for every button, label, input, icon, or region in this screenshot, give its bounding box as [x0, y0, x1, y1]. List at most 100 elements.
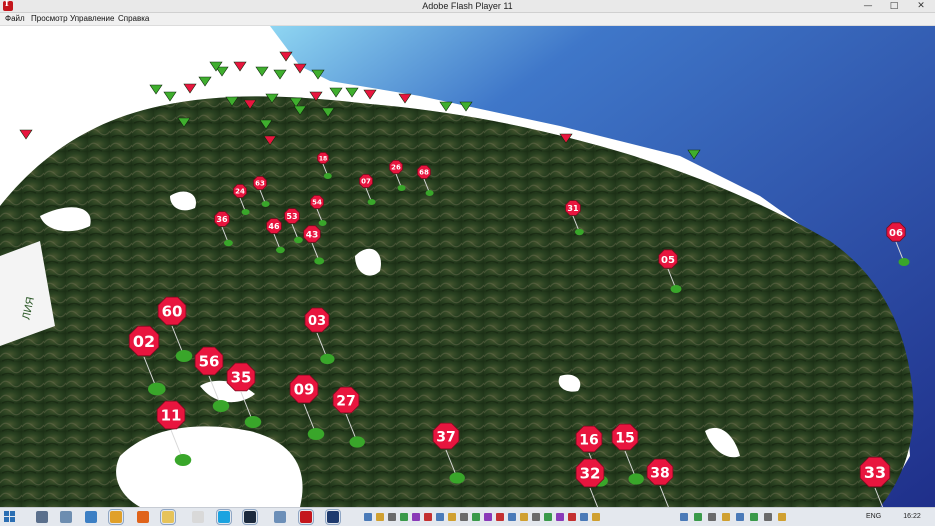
distant-marker[interactable] [439, 101, 453, 112]
terrain-map[interactable]: ЛИЯ 026056351109270337 16 1532 38 3305063143… [0, 26, 935, 507]
pinned-app-icon[interactable] [436, 513, 444, 521]
marker-label: 56 [199, 353, 220, 371]
language-indicator[interactable]: ENG [866, 508, 881, 526]
distant-marker[interactable] [149, 84, 163, 95]
distant-marker[interactable] [163, 91, 177, 102]
pinned-app-icon[interactable] [580, 513, 588, 521]
steam-icon[interactable] [242, 509, 258, 525]
distant-marker[interactable] [293, 63, 307, 74]
pinned-app-icon[interactable] [592, 513, 600, 521]
pinned-app-icon[interactable] [496, 513, 504, 521]
distant-marker[interactable] [273, 69, 287, 80]
distant-marker[interactable] [363, 89, 377, 100]
marker-pin [261, 201, 270, 207]
menu-view[interactable]: Просмотр [29, 13, 70, 25]
notification-tray-icon[interactable] [764, 513, 772, 521]
distant-marker[interactable] [345, 87, 359, 98]
marker-pin [241, 209, 250, 215]
marker-label: 26 [391, 164, 401, 172]
pinned-app-icon[interactable] [400, 513, 408, 521]
marker-label: 63 [255, 180, 265, 188]
firefox-icon[interactable] [137, 511, 149, 523]
marker-pin [898, 258, 910, 266]
maximize-button[interactable]: □ [881, 0, 907, 12]
pinned-app-icon[interactable] [556, 513, 564, 521]
pinned-app-icon[interactable] [532, 513, 540, 521]
marker-label: 68 [419, 169, 429, 177]
photoshop-icon[interactable] [325, 509, 341, 525]
pinned-app-icon[interactable] [412, 513, 420, 521]
notification-tray-icon[interactable] [750, 513, 758, 521]
pinned-app-icon[interactable] [484, 513, 492, 521]
notification-tray-icon[interactable] [680, 513, 688, 521]
distant-marker[interactable] [329, 87, 343, 98]
pinned-app-icon[interactable] [568, 513, 576, 521]
marker-pin [670, 285, 682, 293]
pinned-app-icon[interactable] [544, 513, 552, 521]
notification-tray-icon[interactable] [722, 513, 730, 521]
distant-marker[interactable] [233, 61, 247, 72]
marker-pin [307, 428, 325, 440]
distant-marker[interactable] [279, 51, 293, 62]
map-viewport[interactable]: ЛИЯ 02 60 56 35 11 09 27 03 37 16 15 32 38 33 05 06 31 43… [0, 26, 935, 507]
pinned-app-icon[interactable] [364, 513, 372, 521]
pinned-app-icon[interactable] [376, 513, 384, 521]
marker-label: 02 [133, 332, 155, 351]
menu-file[interactable]: Файл [3, 13, 27, 25]
marker-label: 38 [650, 465, 669, 481]
marker-label: 33 [864, 463, 886, 482]
menu-help[interactable]: Справка [116, 13, 151, 25]
marker-pin [174, 454, 192, 466]
windows-start-icon[interactable] [4, 511, 16, 523]
marker-pin [367, 199, 376, 205]
menu-control[interactable]: Управление [68, 13, 116, 25]
pinned-app-icon[interactable] [448, 513, 456, 521]
monitor-icon[interactable] [85, 511, 97, 523]
pinned-app-icon[interactable] [520, 513, 528, 521]
skype-icon[interactable] [216, 509, 232, 525]
pinned-app-icon[interactable] [460, 513, 468, 521]
network-icon[interactable] [36, 511, 48, 523]
clock[interactable]: 16:22 [897, 508, 927, 526]
pinned-app-icon[interactable] [424, 513, 432, 521]
distant-marker[interactable] [183, 83, 197, 94]
pinned-app-icon[interactable] [508, 513, 516, 521]
marker-pin [425, 190, 434, 196]
notification-tray-icon[interactable] [778, 513, 786, 521]
notification-tray-icon[interactable] [694, 513, 702, 521]
marker-label: 35 [231, 369, 252, 387]
distant-marker[interactable] [398, 93, 412, 104]
distant-marker[interactable] [198, 76, 212, 87]
pinned-app-icon[interactable] [388, 513, 396, 521]
minimize-button[interactable]: — [855, 0, 881, 12]
marker-pin [175, 350, 193, 362]
explorer-icon[interactable] [160, 509, 176, 525]
marker-pin [397, 185, 406, 191]
marker-pin [148, 382, 166, 396]
marker-label: 54 [312, 199, 322, 207]
marker-pin [323, 173, 332, 179]
marker-label: 37 [436, 429, 455, 445]
notepad-icon[interactable] [192, 511, 204, 523]
pinned-app-icon[interactable] [472, 513, 480, 521]
marker-label: 60 [162, 303, 183, 321]
save-icon[interactable] [274, 511, 286, 523]
marker-label: 53 [286, 212, 297, 221]
notification-tray-icon[interactable] [736, 513, 744, 521]
marker-label: 03 [308, 314, 326, 329]
distant-marker[interactable] [19, 129, 33, 140]
marker-pin [276, 246, 285, 254]
marker-pin [318, 220, 327, 226]
marker-label: 24 [235, 188, 245, 196]
marker-pin [314, 257, 325, 265]
marker-label: 31 [567, 204, 579, 213]
chrome-icon[interactable] [108, 509, 124, 525]
distant-marker[interactable] [255, 66, 269, 77]
game-icon[interactable] [60, 511, 72, 523]
flash-player-icon[interactable] [298, 509, 314, 525]
notification-tray-icon[interactable] [708, 513, 716, 521]
close-button[interactable]: ✕ [907, 0, 935, 12]
marker-label: 07 [361, 178, 371, 186]
marker-label: 11 [161, 407, 182, 425]
marker-pin [224, 239, 233, 247]
